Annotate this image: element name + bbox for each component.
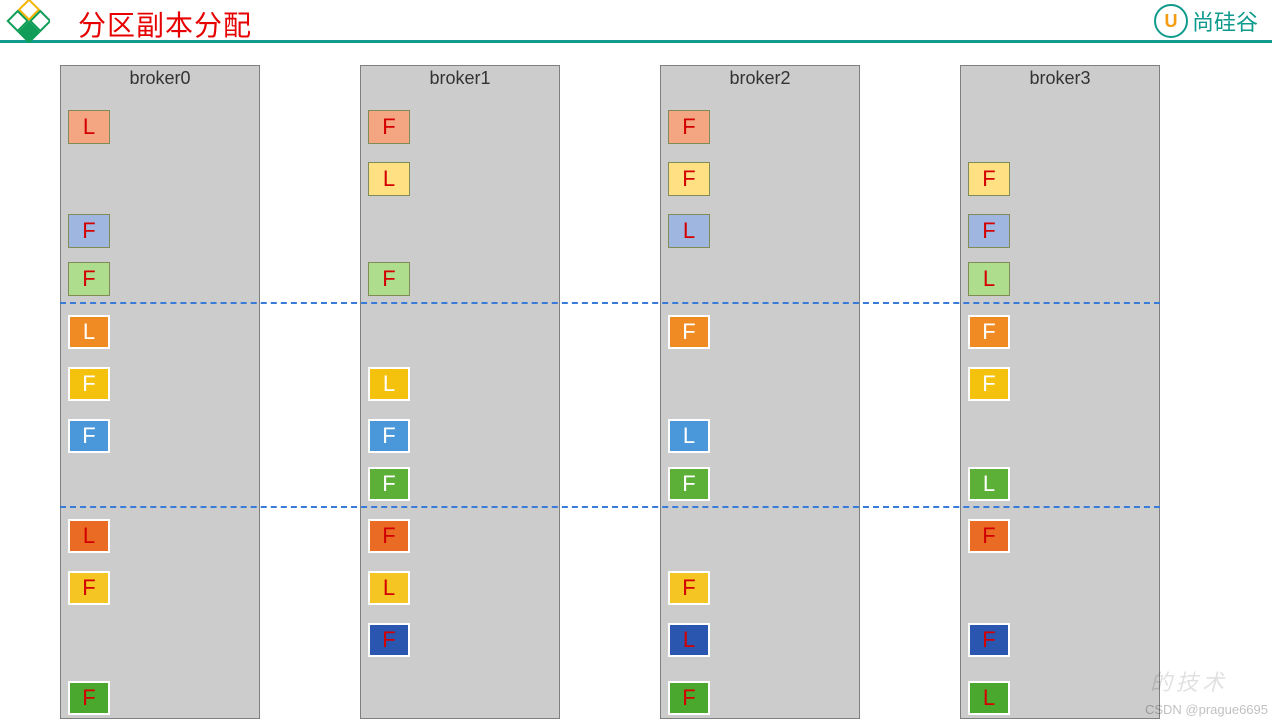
- replica-role: L: [383, 575, 395, 601]
- replica-tile: L: [368, 367, 410, 401]
- diagram-stage: broker0 broker1 broker2 broker3 LFFLFFFL…: [0, 43, 1272, 719]
- replica-tile: F: [368, 467, 410, 501]
- replica-role: F: [982, 371, 995, 397]
- replica-role: F: [82, 575, 95, 601]
- replica-role: L: [383, 166, 395, 192]
- replica-role: F: [982, 523, 995, 549]
- replica-role: F: [982, 166, 995, 192]
- replica-tile: L: [368, 571, 410, 605]
- faint-watermark: 的技术: [1150, 665, 1228, 697]
- replica-role: L: [983, 685, 995, 711]
- replica-tile: F: [68, 367, 110, 401]
- replica-role: F: [682, 166, 695, 192]
- replica-role: F: [382, 471, 395, 497]
- replica-role: F: [382, 627, 395, 653]
- replica-tile: F: [68, 681, 110, 715]
- replica-role: L: [983, 471, 995, 497]
- replica-tile: F: [668, 467, 710, 501]
- replica-tile: F: [668, 110, 710, 144]
- brand-name: 尚硅谷: [1192, 5, 1258, 37]
- brand-badge: U: [1154, 4, 1188, 38]
- replica-tile: L: [968, 262, 1010, 296]
- replica-tile: L: [668, 419, 710, 453]
- broker-label: broker2: [661, 68, 859, 89]
- replica-tile: L: [68, 519, 110, 553]
- replica-tile: F: [368, 110, 410, 144]
- replica-role: F: [682, 685, 695, 711]
- replica-role: F: [682, 319, 695, 345]
- replica-tile: F: [668, 162, 710, 196]
- broker-label: broker3: [961, 68, 1159, 89]
- replica-tile: F: [68, 214, 110, 248]
- replica-tile: L: [668, 214, 710, 248]
- replica-role: F: [382, 423, 395, 449]
- header: 分区副本分配 U 尚硅谷: [0, 0, 1272, 43]
- replica-tile: F: [968, 162, 1010, 196]
- replica-tile: F: [368, 419, 410, 453]
- replica-tile: F: [68, 571, 110, 605]
- replica-tile: F: [68, 419, 110, 453]
- replica-role: L: [683, 218, 695, 244]
- replica-tile: L: [668, 623, 710, 657]
- replica-tile: F: [968, 519, 1010, 553]
- replica-role: L: [983, 266, 995, 292]
- replica-tile: F: [368, 262, 410, 296]
- replica-role: F: [982, 218, 995, 244]
- replica-role: F: [982, 319, 995, 345]
- replica-role: L: [683, 627, 695, 653]
- replica-role: F: [682, 471, 695, 497]
- replica-role: F: [82, 371, 95, 397]
- replica-role: F: [682, 575, 695, 601]
- replica-role: L: [83, 523, 95, 549]
- replica-role: L: [83, 114, 95, 140]
- replica-role: F: [82, 423, 95, 449]
- logo-icon: [0, 0, 50, 43]
- broker-label: broker1: [361, 68, 559, 89]
- replica-tile: F: [368, 519, 410, 553]
- replica-role: F: [382, 523, 395, 549]
- replica-role: L: [83, 319, 95, 345]
- replica-role: L: [383, 371, 395, 397]
- replica-tile: F: [668, 681, 710, 715]
- replica-tile: F: [68, 262, 110, 296]
- replica-tile: F: [668, 571, 710, 605]
- replica-role: F: [82, 218, 95, 244]
- broker-label: broker0: [61, 68, 259, 89]
- replica-role: F: [382, 114, 395, 140]
- replica-tile: F: [668, 315, 710, 349]
- replica-tile: L: [368, 162, 410, 196]
- replica-tile: F: [968, 367, 1010, 401]
- replica-role: F: [82, 266, 95, 292]
- brand-logo: U 尚硅谷: [1154, 3, 1258, 39]
- replica-tile: L: [68, 110, 110, 144]
- replica-role: L: [683, 423, 695, 449]
- csdn-watermark: CSDN @prague6695: [1145, 702, 1268, 717]
- replica-tile: F: [368, 623, 410, 657]
- page-title: 分区副本分配: [78, 4, 252, 44]
- replica-tile: L: [68, 315, 110, 349]
- replica-tile: F: [968, 214, 1010, 248]
- replica-tile: F: [968, 315, 1010, 349]
- replica-role: F: [382, 266, 395, 292]
- replica-tile: L: [968, 467, 1010, 501]
- replica-role: F: [82, 685, 95, 711]
- replica-tile: F: [968, 623, 1010, 657]
- replica-role: F: [982, 627, 995, 653]
- replica-role: F: [682, 114, 695, 140]
- replica-tile: L: [968, 681, 1010, 715]
